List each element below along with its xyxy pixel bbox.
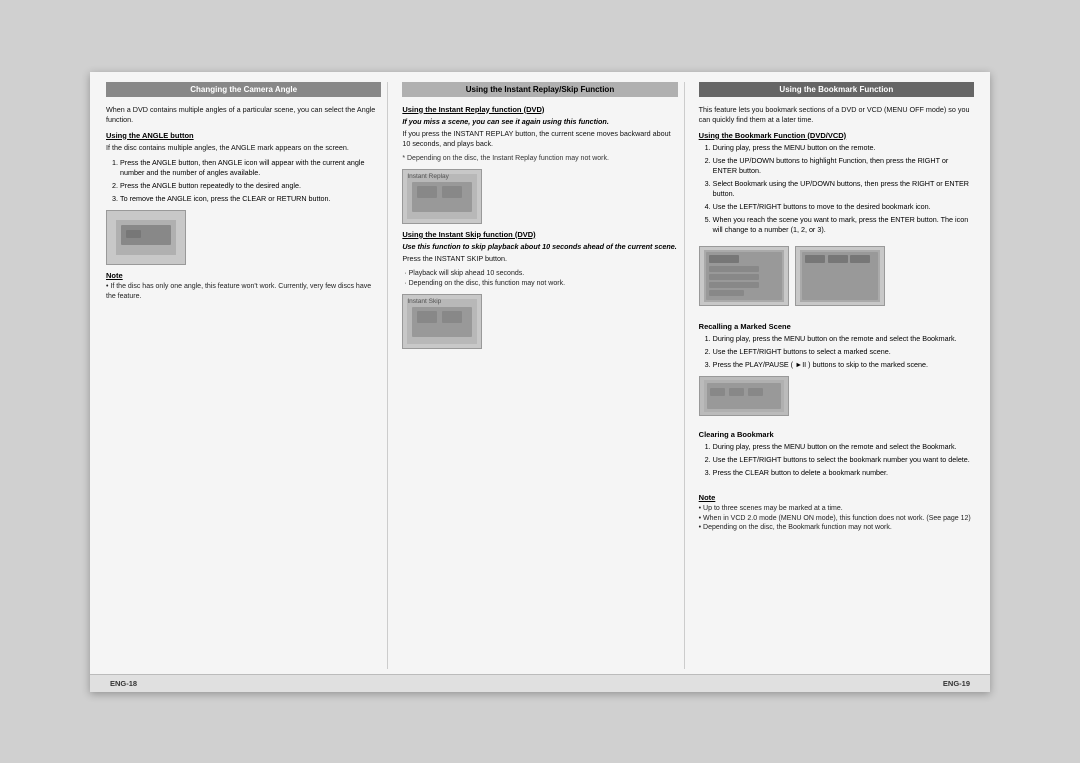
col3-recall-graphic (704, 380, 784, 412)
col3-note-bullet-2: • When in VCD 2.0 mode (MENU ON mode), t… (699, 514, 974, 524)
col3-recall-image (699, 376, 789, 416)
col3-note-section: Note • Up to three scenes may be marked … (699, 493, 974, 533)
col3-step-3: Select Bookmark using the UP/DOWN button… (713, 179, 974, 199)
col2-replay-image: Instant Replay (402, 169, 482, 224)
col1-note-text: • If the disc has only one angle, this f… (106, 282, 381, 302)
col3-step-4: Use the LEFT/RIGHT buttons to move to th… (713, 202, 974, 212)
col1-steps: Press the ANGLE button, then ANGLE icon … (120, 158, 381, 204)
col2-replay-heading: Using the Instant Replay function (DVD) (402, 105, 677, 114)
col1-angle-intro: If the disc contains multiple angles, th… (106, 143, 381, 153)
col3-intro: This feature lets you bookmark sections … (699, 105, 974, 125)
col1-step-2: Press the ANGLE button repeatedly to the… (120, 181, 381, 191)
col3-note-bullet-3: • Depending on the disc, the Bookmark fu… (699, 523, 974, 533)
col3-bookmark-steps: During play, press the MENU button on th… (713, 143, 974, 236)
col1-step-1: Press the ANGLE button, then ANGLE icon … (120, 158, 381, 178)
col3-recall-steps: During play, press the MENU button on th… (713, 334, 974, 370)
col2-skip-text: Press the INSTANT SKIP button. (402, 254, 677, 264)
col3-step-2: Use the UP/DOWN buttons to highlight Fun… (713, 156, 974, 176)
col3-clear-section: Clearing a Bookmark During play, press t… (699, 424, 974, 483)
col2-replay-note: * Depending on the disc, the Instant Rep… (402, 154, 677, 163)
col1-note-section: Note • If the disc has only one angle, t… (106, 271, 381, 302)
footer-right: ENG-19 (943, 679, 970, 688)
col2-skip-dash2: · Depending on the disc, this function m… (402, 279, 677, 289)
col3-bookmark-select-image (795, 246, 885, 306)
col3-select-graphic (800, 250, 880, 302)
col3-recall-step-1: During play, press the MENU button on th… (713, 334, 974, 344)
manual-page: Changing the Camera Angle When a DVD con… (90, 72, 990, 692)
col3-recall-step-3: Press the PLAY/PAUSE ( ►II ) buttons to … (713, 360, 974, 370)
column-3: Using the Bookmark Function This feature… (693, 82, 980, 669)
col3-step-5: When you reach the scene you want to mar… (713, 215, 974, 235)
col3-recall-heading: Recalling a Marked Scene (699, 322, 974, 331)
col3-step-1: During play, press the MENU button on th… (713, 143, 974, 153)
col1-note-label: Note (106, 271, 381, 280)
col3-recall-section: Recalling a Marked Scene During play, pr… (699, 316, 974, 419)
column-2: Using the Instant Replay/Skip Function U… (396, 82, 684, 669)
col1-screen-image (106, 210, 186, 265)
col2-skip-bold: Use this function to skip playback about… (402, 242, 677, 251)
col3-bookmark-heading: Using the Bookmark Function (DVD/VCD) (699, 131, 974, 140)
col3-clear-step-2: Use the LEFT/RIGHT buttons to select the… (713, 455, 974, 465)
col2-skip-dash1: · Playback will skip ahead 10 seconds. (402, 269, 677, 279)
col1-screen-graphic (116, 220, 176, 255)
column-1: Changing the Camera Angle When a DVD con… (100, 82, 388, 669)
content-area: Changing the Camera Angle When a DVD con… (90, 72, 990, 674)
col2-replay-bold: If you miss a scene, you can see it agai… (402, 117, 677, 126)
col1-intro: When a DVD contains multiple angles of a… (106, 105, 381, 125)
col3-images-row (699, 240, 974, 312)
col2-replay-image-label: Instant Replay (407, 173, 449, 180)
col1-step-3: To remove the ANGLE icon, press the CLEA… (120, 194, 381, 204)
col3-bookmark-menu-image (699, 246, 789, 306)
col3-clear-step-3: Press the CLEAR button to delete a bookm… (713, 468, 974, 478)
col3-note-label: Note (699, 493, 974, 502)
col2-header: Using the Instant Replay/Skip Function (402, 82, 677, 97)
col2-replay-graphic (407, 174, 477, 219)
footer-left: ENG-18 (110, 679, 137, 688)
col2-skip-image: Instant Skip (402, 294, 482, 349)
col2-skip-graphic (407, 299, 477, 344)
col2-replay-text: If you press the INSTANT REPLAY button, … (402, 129, 677, 149)
col3-clear-step-1: During play, press the MENU button on th… (713, 442, 974, 452)
col1-angle-heading: Using the ANGLE button (106, 131, 381, 140)
col2-skip-image-label: Instant Skip (407, 298, 441, 305)
footer: ENG-18 ENG-19 (90, 674, 990, 692)
col3-right-sections: Recalling a Marked Scene During play, pr… (699, 316, 974, 533)
col3-note-bullet-1: • Up to three scenes may be marked at a … (699, 504, 974, 514)
col3-menu-graphic (704, 250, 784, 302)
col3-clear-heading: Clearing a Bookmark (699, 430, 974, 439)
col3-recall-step-2: Use the LEFT/RIGHT buttons to select a m… (713, 347, 974, 357)
col1-header: Changing the Camera Angle (106, 82, 381, 97)
col2-skip-heading: Using the Instant Skip function (DVD) (402, 230, 677, 239)
col3-header: Using the Bookmark Function (699, 82, 974, 97)
col3-clear-steps: During play, press the MENU button on th… (713, 442, 974, 478)
